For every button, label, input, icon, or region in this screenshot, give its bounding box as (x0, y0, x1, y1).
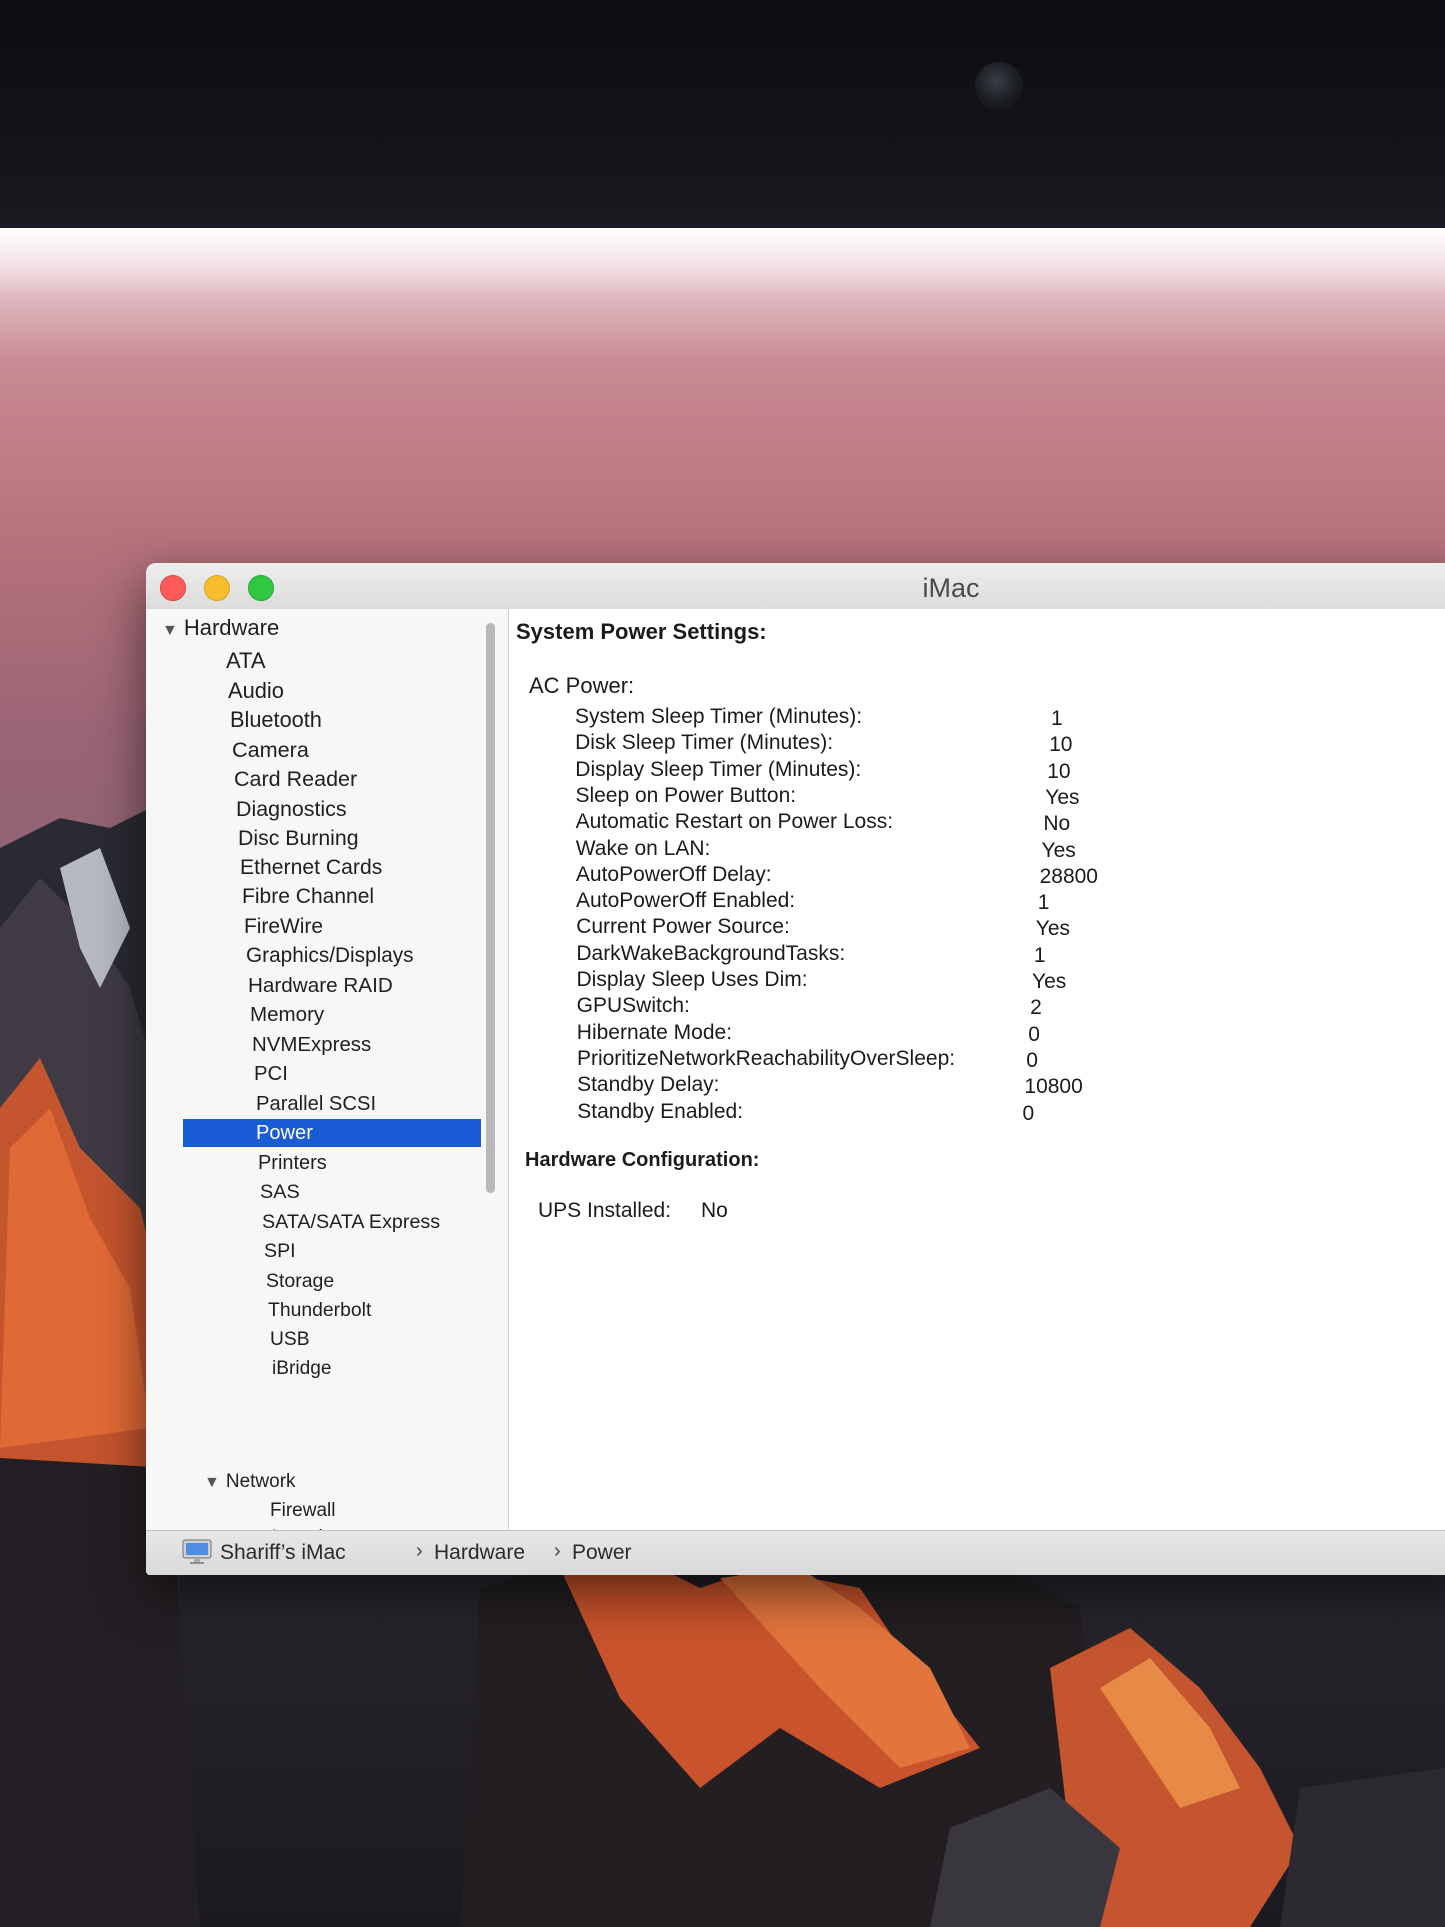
sidebar-item-usb[interactable]: USB (270, 1326, 310, 1354)
sidebar-scrollbar[interactable] (486, 623, 495, 1193)
setting-label: Current Power Source: (576, 915, 790, 939)
breadcrumb-separator-icon: › (554, 1540, 561, 1562)
sidebar-item-parallel-scsi[interactable]: Parallel SCSI (256, 1090, 376, 1118)
window-titlebar[interactable]: iMac (146, 563, 1445, 610)
sidebar-item-thunderbolt[interactable]: Thunderbolt (268, 1296, 371, 1324)
sidebar-group-network[interactable]: ▼ Network (204, 1471, 296, 1493)
imac-computer-icon (182, 1539, 212, 1564)
setting-label: Wake on LAN: (575, 836, 711, 860)
setting-label: Display Sleep Uses Dim: (576, 968, 808, 991)
sidebar-item-ethernet-cards[interactable]: Ethernet Cards (240, 854, 382, 882)
setting-label: GPUSwitch: (576, 994, 690, 1018)
monitor-bezel (0, 0, 1445, 250)
system-information-window: iMac ▼ Hardware ATA Audio Bluetooth Camera Ca… (146, 563, 1445, 1575)
hardware-config-title: Hardware Configuration: (525, 1149, 760, 1171)
sidebar-group-hardware[interactable]: ▼ Hardware (162, 615, 279, 641)
setting-value: Yes (1045, 785, 1080, 809)
sidebar-item-hardware-raid[interactable]: Hardware RAID (248, 972, 393, 1000)
ac-power-heading: AC Power: (529, 673, 635, 698)
setting-value: 1 (1033, 943, 1046, 967)
sidebar-item-fibre-channel[interactable]: Fibre Channel (242, 883, 374, 911)
sidebar-item-audio[interactable]: Audio (228, 677, 284, 705)
setting-label: Automatic Restart on Power Loss: (575, 810, 894, 834)
sidebar-item-sas[interactable]: SAS (260, 1178, 300, 1206)
sidebar-item-spi[interactable]: SPI (264, 1237, 296, 1265)
sidebar-item-bluetooth[interactable]: Bluetooth (230, 706, 322, 734)
setting-value: 28800 (1039, 864, 1098, 888)
sidebar-item-nvmexpress[interactable]: NVMExpress (252, 1031, 371, 1059)
sidebar-item-disc-burning[interactable]: Disc Burning (238, 824, 359, 852)
disclosure-triangle-icon[interactable]: ▼ (162, 622, 178, 640)
setting-value: 1 (1051, 707, 1063, 730)
sidebar: ▼ Hardware ATA Audio Bluetooth Camera Card Re… (146, 609, 509, 1575)
sidebar-item-diagnostics[interactable]: Diagnostics (236, 795, 347, 823)
ups-installed-value: No (701, 1199, 728, 1222)
setting-value: 2 (1030, 996, 1042, 1020)
webcam (975, 62, 1023, 110)
sidebar-item-power[interactable]: Power (183, 1119, 481, 1147)
sidebar-item-graphics-displays[interactable]: Graphics/Displays (246, 942, 414, 970)
setting-value: 0 (1026, 1048, 1038, 1072)
setting-label: Disk Sleep Timer (Minutes): (575, 731, 834, 755)
setting-value: Yes (1032, 970, 1067, 993)
setting-label: System Sleep Timer (Minutes): (575, 705, 863, 728)
setting-label: AutoPowerOff Enabled: (576, 889, 796, 913)
breadcrumb-computer[interactable]: Shariff’s iMac (220, 1541, 346, 1565)
sidebar-item-firewall[interactable]: Firewall (270, 1497, 335, 1525)
sidebar-item-camera[interactable]: Camera (232, 736, 309, 764)
setting-value: Yes (1035, 917, 1071, 941)
section-title: System Power Settings: (516, 619, 767, 644)
window-title: iMac (922, 573, 980, 603)
sidebar-item-ibridge[interactable]: iBridge (272, 1355, 331, 1383)
setting-value: 0 (1028, 1022, 1040, 1046)
disclosure-triangle-icon[interactable]: ▼ (204, 1474, 220, 1492)
breadcrumb-power[interactable]: Power (572, 1541, 632, 1565)
breadcrumb-separator-icon: › (416, 1540, 423, 1562)
setting-label: Display Sleep Timer (Minutes): (575, 757, 862, 781)
setting-value: Yes (1041, 838, 1076, 862)
setting-label: Hibernate Mode: (576, 1020, 733, 1044)
setting-label: Standby Delay: (577, 1073, 720, 1097)
setting-label: Standby Enabled: (577, 1099, 744, 1123)
path-bar: Shariff’s iMac › Hardware › Power (146, 1530, 1445, 1575)
ups-installed-label: UPS Installed: (538, 1199, 672, 1222)
sidebar-item-ata[interactable]: ATA (226, 647, 266, 675)
breadcrumb-hardware[interactable]: Hardware (434, 1541, 525, 1565)
setting-label: Sleep on Power Button: (575, 783, 797, 807)
sidebar-item-pci[interactable]: PCI (254, 1060, 288, 1088)
sidebar-group-label: Hardware (183, 615, 280, 640)
setting-value: 1 (1037, 891, 1050, 915)
sidebar-item-sata-sata-express[interactable]: SATA/SATA Express (262, 1208, 440, 1236)
sidebar-item-storage[interactable]: Storage (266, 1267, 334, 1295)
sidebar-item-printers[interactable]: Printers (258, 1149, 327, 1177)
setting-value: 10 (1047, 759, 1071, 783)
setting-label: DarkWakeBackgroundTasks: (576, 941, 846, 965)
sidebar-group-label: Network (225, 1471, 296, 1492)
setting-value: 10800 (1024, 1075, 1083, 1099)
sidebar-item-memory[interactable]: Memory (250, 1001, 324, 1029)
setting-label: AutoPowerOff Delay: (575, 862, 772, 886)
setting-value: No (1043, 812, 1071, 836)
sidebar-item-card-reader[interactable]: Card Reader (234, 765, 357, 793)
setting-value: 10 (1049, 733, 1073, 757)
setting-label: PrioritizeNetworkReachabilityOverSleep: (576, 1046, 956, 1070)
setting-value: 0 (1022, 1101, 1035, 1125)
sidebar-item-firewire[interactable]: FireWire (244, 913, 323, 941)
detail-pane: System Power Settings: AC Power: System … (509, 609, 1445, 1531)
